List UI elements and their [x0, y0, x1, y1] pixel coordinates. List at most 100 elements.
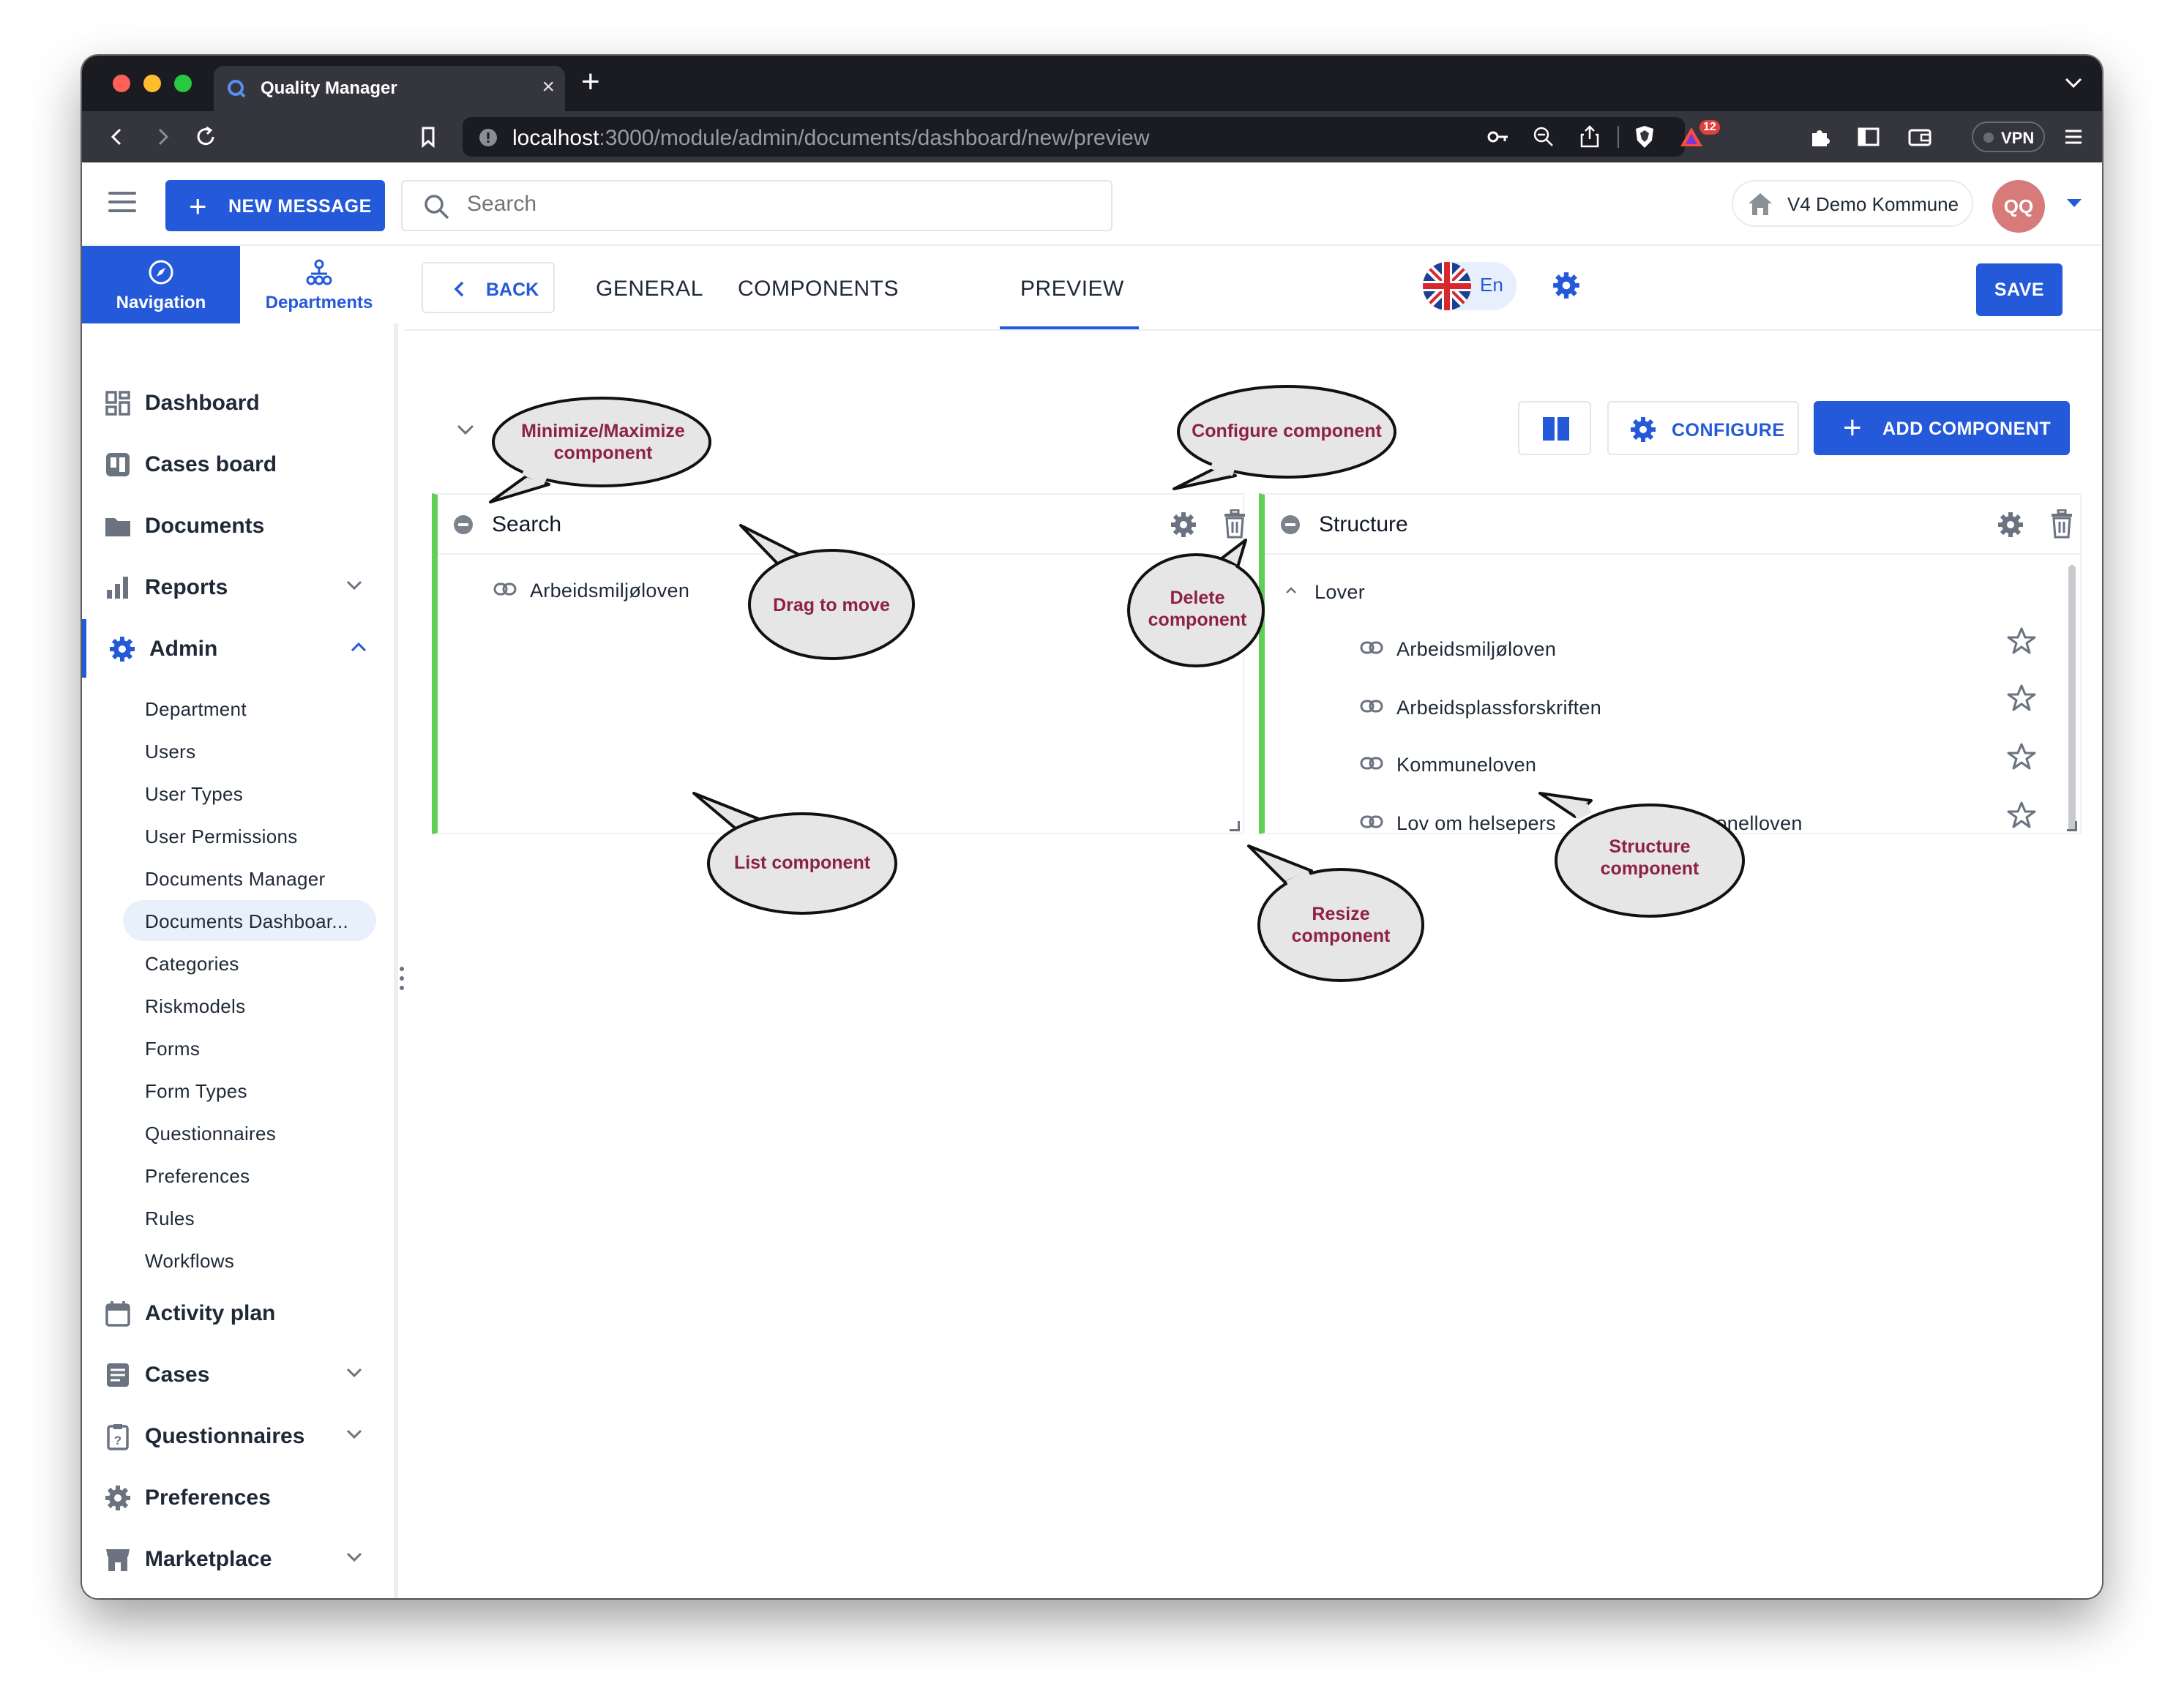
- resize-handle[interactable]: [1230, 821, 1240, 831]
- component-settings-gear-icon[interactable]: [1170, 511, 1197, 539]
- admin-sub-form-types[interactable]: Form Types: [123, 1070, 376, 1111]
- store-icon: [106, 1549, 130, 1571]
- component-scrollbar[interactable]: [2068, 565, 2076, 831]
- tab-components[interactable]: COMPONENTS: [738, 277, 899, 301]
- sidebar-tab-navigation[interactable]: Navigation: [82, 246, 240, 323]
- sidebar-item-preferences[interactable]: Preferences: [82, 1468, 394, 1527]
- account-menu-caret-icon[interactable]: [2067, 199, 2082, 207]
- new-message-button[interactable]: + NEW MESSAGE: [165, 180, 385, 231]
- zoom-window-button[interactable]: [174, 75, 192, 92]
- admin-sub-label: Rules: [145, 1207, 195, 1229]
- tree-item[interactable]: Kommuneloven: [1360, 739, 1945, 790]
- new-tab-icon[interactable]: +: [581, 66, 600, 98]
- settings-gear-icon[interactable]: [1552, 271, 1581, 300]
- sidebar-item-label: Cases board: [145, 452, 277, 476]
- callout-text: component: [553, 443, 653, 463]
- sidebar-tab-departments[interactable]: Departments: [240, 246, 398, 323]
- language-selector[interactable]: En: [1423, 262, 1517, 310]
- tab-general[interactable]: GENERAL: [596, 277, 703, 301]
- forward-nav-icon[interactable]: [151, 124, 176, 149]
- sidebar-item-dashboard[interactable]: Dashboard: [82, 373, 394, 432]
- add-component-button[interactable]: + ADD COMPONENT: [1814, 401, 2070, 455]
- admin-sub-label: Users: [145, 741, 196, 763]
- key-icon[interactable]: [1487, 127, 1509, 146]
- admin-sub-user-types[interactable]: User Types: [123, 773, 376, 814]
- component-settings-gear-icon[interactable]: [1997, 511, 2024, 539]
- resize-handle[interactable]: [2067, 821, 2077, 831]
- admin-sub-documents-dashboard[interactable]: Documents Dashboar...: [123, 900, 376, 941]
- star-icon[interactable]: [2007, 683, 2036, 713]
- brave-shield-icon[interactable]: [1634, 124, 1656, 149]
- admin-sub-department[interactable]: Department: [123, 688, 376, 729]
- back-nav-icon[interactable]: [104, 124, 129, 149]
- layout-toggle-button[interactable]: [1518, 401, 1591, 455]
- bookmark-icon[interactable]: [416, 124, 441, 149]
- star-icon[interactable]: [2007, 626, 2036, 656]
- sidebar-item-cases-board[interactable]: Cases board: [82, 435, 394, 493]
- vpn-button[interactable]: VPN: [1972, 121, 2045, 152]
- sidebar-item-label: Questionnaires: [145, 1424, 305, 1448]
- calendar-icon: [105, 1301, 130, 1327]
- admin-sub-preferences[interactable]: Preferences: [123, 1155, 376, 1196]
- minimize-component-icon[interactable]: [1281, 515, 1300, 534]
- sidebar-item-admin[interactable]: Admin: [82, 619, 394, 678]
- close-window-button[interactable]: [113, 75, 130, 92]
- component-header[interactable]: Structure: [1265, 495, 2080, 555]
- sidebar-resize-handle-icon[interactable]: [399, 966, 405, 991]
- share-icon[interactable]: [1579, 124, 1600, 148]
- component-title: Structure: [1319, 512, 1408, 536]
- sidebar-item-documents[interactable]: Documents: [82, 496, 394, 555]
- tab-list-chevron-icon[interactable]: [2064, 72, 2083, 94]
- search-input[interactable]: [467, 192, 1052, 217]
- structure-component-card[interactable]: Structure Lover Arbeidsmiljøloven Arbeid…: [1259, 493, 2082, 834]
- admin-sub-forms[interactable]: Forms: [123, 1027, 376, 1068]
- chevron-up-icon: [351, 642, 367, 652]
- sidebar-item-reports[interactable]: Reports: [82, 558, 394, 616]
- configure-button[interactable]: CONFIGURE: [1607, 401, 1799, 455]
- back-button[interactable]: BACK: [422, 262, 555, 313]
- url-text: localhost:3000/module/admin/documents/da…: [512, 126, 1150, 151]
- hamburger-menu-icon[interactable]: [108, 192, 138, 214]
- collapse-all-chevron-icon[interactable]: [455, 423, 476, 438]
- tree-group-lover[interactable]: Lover: [1284, 566, 1577, 618]
- admin-sub-user-permissions[interactable]: User Permissions: [123, 815, 376, 856]
- admin-sub-rules[interactable]: Rules: [123, 1197, 376, 1238]
- star-icon[interactable]: [2007, 801, 2036, 830]
- tenant-switcher[interactable]: V4 Demo Kommune: [1732, 180, 1973, 227]
- browser-tab[interactable]: Quality Manager ×: [214, 66, 565, 111]
- extensions-icon[interactable]: [1808, 124, 1833, 149]
- sidebar-item-activity-plan[interactable]: Activity plan: [82, 1284, 394, 1342]
- admin-sub-questionnaires[interactable]: Questionnaires: [123, 1112, 376, 1153]
- sidebar-item-cases[interactable]: Cases: [82, 1345, 394, 1404]
- address-bar[interactable]: localhost:3000/module/admin/documents/da…: [463, 117, 1720, 157]
- sidebar-item-questionnaires[interactable]: ? Questionnaires: [82, 1407, 394, 1465]
- reload-icon[interactable]: [193, 124, 218, 149]
- wallet-icon[interactable]: [1907, 124, 1932, 149]
- tree-item[interactable]: Arbeidsplassforskriften: [1360, 682, 1945, 733]
- sidebar-toggle-icon[interactable]: [1856, 124, 1881, 149]
- board-icon: [106, 453, 130, 476]
- plus-icon: +: [1843, 410, 1863, 446]
- avatar[interactable]: QQ: [1992, 180, 2045, 233]
- sidebar-item-marketplace[interactable]: Marketplace: [82, 1529, 394, 1588]
- minimize-component-icon[interactable]: [454, 515, 473, 534]
- admin-sub-users[interactable]: Users: [123, 730, 376, 771]
- zoom-out-icon[interactable]: [1533, 126, 1555, 148]
- language-code: En: [1480, 274, 1503, 296]
- star-icon[interactable]: [2007, 742, 2036, 771]
- tree-item[interactable]: Arbeidsmiljøloven: [1360, 623, 1945, 675]
- global-search[interactable]: [401, 180, 1112, 231]
- save-button[interactable]: SAVE: [1976, 263, 2063, 316]
- minimize-window-button[interactable]: [143, 75, 161, 92]
- site-info-icon[interactable]: [479, 128, 498, 147]
- tab-close-icon[interactable]: ×: [542, 75, 555, 100]
- tree-item-label: Kommuneloven: [1396, 754, 1537, 776]
- admin-sub-workflows[interactable]: Workflows: [123, 1240, 376, 1281]
- admin-sub-documents-manager[interactable]: Documents Manager: [123, 858, 376, 899]
- trash-icon[interactable]: [2049, 509, 2074, 539]
- tab-preview[interactable]: PREVIEW: [1020, 277, 1124, 301]
- trash-icon[interactable]: [1222, 509, 1247, 539]
- browser-menu-icon[interactable]: [2061, 124, 2086, 149]
- admin-sub-categories[interactable]: Categories: [123, 943, 376, 984]
- admin-sub-riskmodels[interactable]: Riskmodels: [123, 985, 376, 1026]
